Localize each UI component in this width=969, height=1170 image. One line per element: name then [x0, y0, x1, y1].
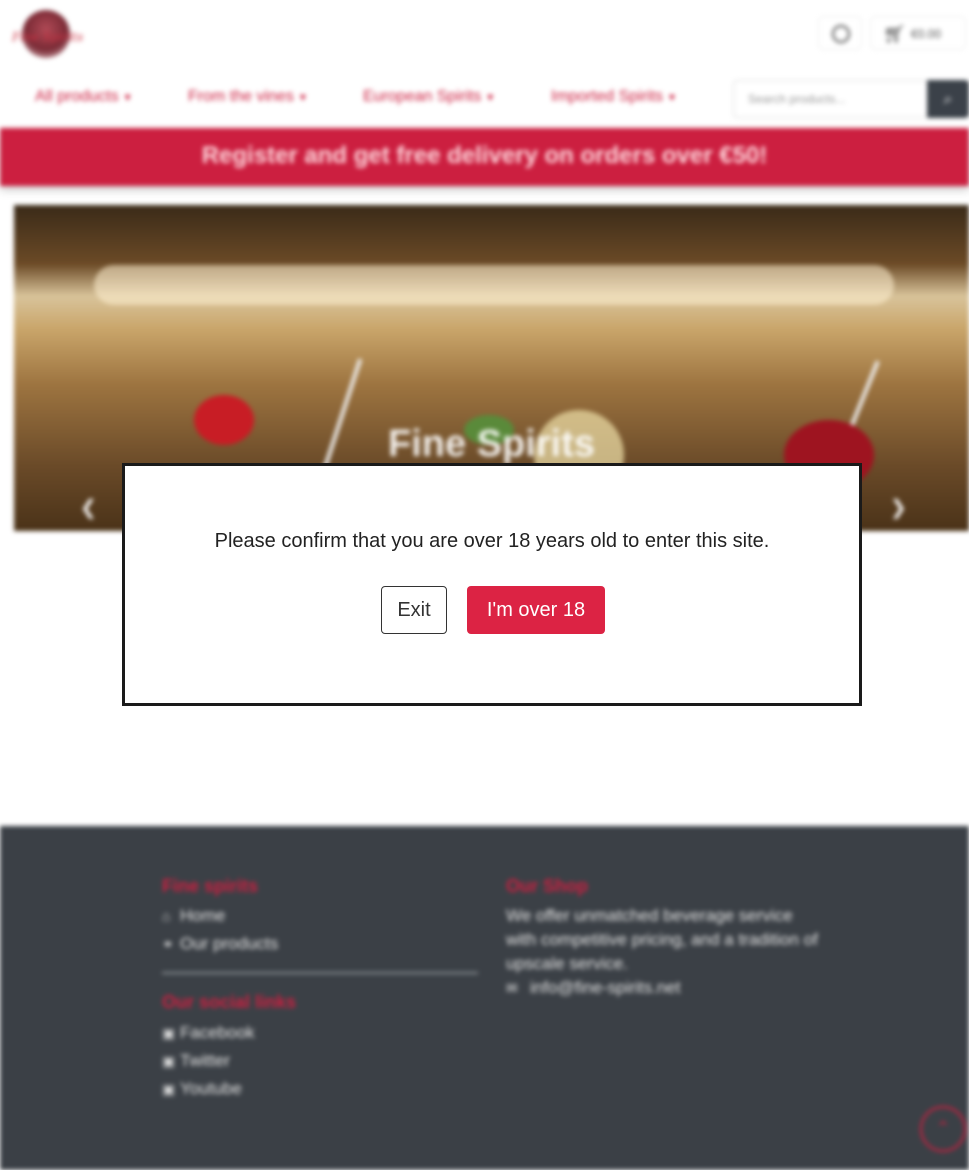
- footer-link-facebook[interactable]: ▣ Facebook: [162, 1023, 255, 1043]
- search-button[interactable]: ⌕: [927, 80, 969, 118]
- promo-banner-text: Register and get free delivery on orders…: [201, 142, 768, 169]
- chevron-down-icon: ▾: [124, 90, 131, 104]
- carousel-prev-icon[interactable]: ❮: [80, 495, 97, 519]
- footer-shop-heading: Our Shop: [506, 876, 588, 896]
- footer-divider: [162, 972, 478, 974]
- footer-link-label: Home: [180, 906, 226, 925]
- cart-total: €0.00: [911, 27, 942, 41]
- scroll-to-top-button[interactable]: ⌃: [920, 1106, 966, 1152]
- footer-link-label: Our products: [180, 934, 279, 953]
- exit-button[interactable]: Exit: [381, 586, 447, 634]
- footer-about-text: We offer unmatched beverage service with…: [506, 906, 818, 973]
- nav-item-all-products[interactable]: All products ▾: [35, 88, 131, 106]
- nav-item-from-the-vines[interactable]: From the vines ▾: [188, 88, 306, 106]
- search-bar: Search products... ⌕: [733, 80, 969, 118]
- nav-item-imported-spirits[interactable]: Imported Spirits ▾: [551, 88, 675, 106]
- footer-link-home[interactable]: ⌂ Home: [162, 906, 225, 926]
- chevron-down-icon: ▾: [299, 90, 306, 104]
- account-button[interactable]: [818, 16, 862, 50]
- footer-link-twitter[interactable]: ▣ Twitter: [162, 1051, 230, 1071]
- main-nav: All products ▾ From the vines ▾ European S…: [0, 78, 969, 122]
- nav-item-european-spirits[interactable]: European Spirits ▾: [363, 88, 493, 106]
- footer-link-label: Facebook: [180, 1023, 255, 1042]
- age-verification-message: Please confirm that you are over 18 year…: [214, 530, 770, 552]
- search-placeholder: Search products...: [748, 92, 846, 106]
- nav-item-label: From the vines: [188, 88, 294, 105]
- age-verification-modal: Please confirm that you are over 18 year…: [122, 463, 862, 706]
- promo-banner: Register and get free delivery on orders…: [0, 128, 969, 186]
- footer-email-label: info@fine-spirits.net: [530, 978, 681, 997]
- twitter-icon: ▣: [162, 1053, 176, 1069]
- footer-link-youtube[interactable]: ▣ Youtube: [162, 1079, 242, 1099]
- confirm-age-button[interactable]: I'm over 18: [467, 586, 605, 634]
- footer-social-heading: Our social links: [162, 992, 297, 1012]
- hero-title: Fine Spirits: [388, 423, 595, 465]
- nav-item-label: All products: [35, 88, 119, 105]
- page: Fine Spirits 🛒︎ €0.00 All products ▾ From…: [0, 0, 969, 1170]
- logo-text: Fine Spirits: [12, 30, 84, 44]
- footer-link-label: Youtube: [180, 1079, 242, 1098]
- user-icon: [832, 25, 850, 43]
- chevron-down-icon: ▾: [669, 90, 676, 104]
- email-icon: ✉: [506, 980, 518, 996]
- footer-link-label: Twitter: [180, 1051, 231, 1070]
- site-footer: Fine spirits ⌂ Home ⚭ Our products Our soc…: [0, 826, 969, 1170]
- cart-button[interactable]: 🛒︎ €0.00: [870, 16, 966, 50]
- facebook-icon: ▣: [162, 1025, 176, 1041]
- cart-icon: 🛒︎: [883, 24, 906, 45]
- site-logo[interactable]: Fine Spirits: [12, 8, 92, 64]
- nav-item-label: European Spirits: [363, 88, 482, 105]
- nav-item-label: Imported Spirits: [551, 88, 664, 105]
- chevron-down-icon: ▾: [487, 90, 494, 104]
- link-icon: ⚭: [162, 936, 174, 952]
- carousel-next-icon[interactable]: ❯: [890, 495, 907, 519]
- home-icon: ⌂: [162, 908, 171, 924]
- search-input[interactable]: Search products...: [733, 80, 929, 118]
- footer-link-products[interactable]: ⚭ Our products: [162, 934, 278, 954]
- footer-email-link[interactable]: ✉ info@fine-spirits.net: [506, 978, 681, 998]
- chevron-up-icon: ⌃: [935, 1118, 951, 1139]
- hero-light-band: [94, 265, 894, 305]
- footer-brand-heading: Fine spirits: [162, 876, 259, 896]
- search-icon: ⌕: [943, 89, 953, 108]
- youtube-icon: ▣: [162, 1081, 176, 1097]
